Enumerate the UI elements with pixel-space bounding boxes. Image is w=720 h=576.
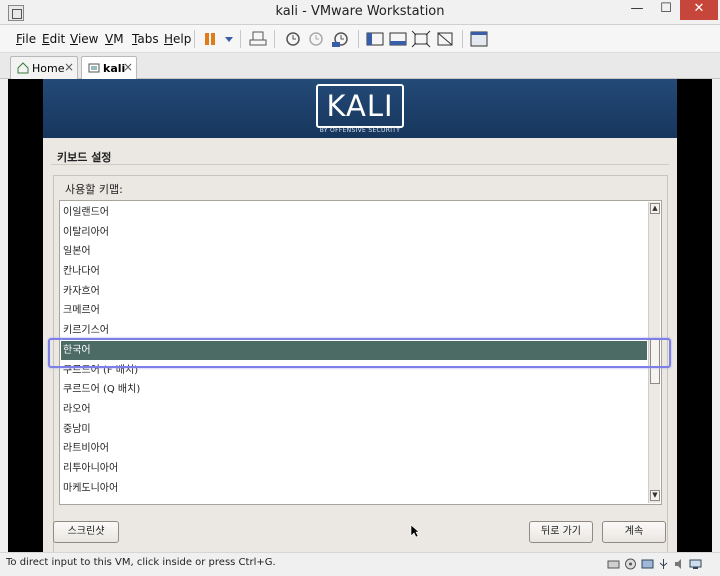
- cd-drive-icon[interactable]: [624, 558, 637, 570]
- full-screen-icon[interactable]: [410, 29, 432, 49]
- tab-bar: Home × kali ×: [0, 53, 720, 80]
- continue-button[interactable]: 계속: [602, 521, 666, 543]
- minimize-button[interactable]: —: [623, 0, 651, 20]
- thumbnail-bar-icon[interactable]: [387, 29, 409, 49]
- list-item[interactable]: 라트비아어: [61, 439, 647, 458]
- vm-icon: [87, 61, 101, 75]
- list-item[interactable]: 라오어: [61, 400, 647, 419]
- list-item[interactable]: 이탈리아어: [61, 223, 647, 242]
- list-item[interactable]: 마케도니아어: [61, 479, 647, 498]
- screenshot-button[interactable]: 스크린샷: [53, 521, 119, 543]
- toolbar-separator: [240, 30, 241, 48]
- snapshot-manager-icon[interactable]: [330, 29, 352, 49]
- hard-disk-icon[interactable]: [607, 558, 620, 570]
- tab-kali[interactable]: kali ×: [81, 56, 137, 80]
- kali-banner: KALI BY OFFENSIVE SECURITY: [43, 79, 677, 138]
- list-item[interactable]: 카자흐어: [61, 282, 647, 301]
- revert-snapshot-icon[interactable]: [305, 29, 327, 49]
- list-item[interactable]: 일본어: [61, 242, 647, 261]
- unity-icon[interactable]: [434, 29, 456, 49]
- show-library-icon[interactable]: [364, 29, 386, 49]
- snapshot-icon[interactable]: [281, 29, 303, 49]
- close-window-button[interactable]: ✕: [680, 0, 718, 20]
- status-text: To direct input to this VM, click inside…: [6, 557, 276, 568]
- menu-view[interactable]: View: [70, 32, 98, 46]
- network-adapter-icon[interactable]: [641, 558, 654, 570]
- toolbar-separator: [194, 30, 195, 48]
- send-ctrl-alt-del-icon[interactable]: [247, 29, 269, 49]
- installer-screen[interactable]: KALI BY OFFENSIVE SECURITY 키보드 설정 사용할 키맵…: [43, 79, 677, 576]
- console-view-icon[interactable]: [468, 29, 490, 49]
- divider: [51, 164, 669, 165]
- tab-kali-close-icon[interactable]: ×: [123, 60, 133, 74]
- scroll-down-icon[interactable]: ▼: [650, 490, 660, 501]
- keymap-label: 사용할 키맵:: [65, 183, 123, 196]
- list-item[interactable]: 칸나다어: [61, 262, 647, 281]
- kali-logo: KALI: [316, 84, 404, 128]
- toolbar-separator: [358, 30, 359, 48]
- scroll-up-icon[interactable]: ▲: [650, 203, 660, 214]
- tab-kali-label: kali: [103, 62, 126, 75]
- kali-logo-subtext: BY OFFENSIVE SECURITY: [319, 127, 401, 134]
- list-item[interactable]: 크메르어: [61, 301, 647, 320]
- tab-home-label: Home: [32, 62, 65, 75]
- tab-home[interactable]: Home ×: [10, 56, 78, 79]
- statusbar: To direct input to this VM, click inside…: [0, 552, 720, 576]
- toolbar-separator: [462, 30, 463, 48]
- toolbar-separator: [274, 30, 275, 48]
- maximize-button[interactable]: ☐: [652, 0, 680, 20]
- kali-logo-text: KALI: [326, 89, 394, 123]
- window-title: kali - VMware Workstation: [275, 4, 445, 19]
- menu-vm[interactable]: VM: [105, 32, 124, 46]
- tab-home-close-icon[interactable]: ×: [64, 60, 74, 74]
- home-icon: [16, 61, 30, 75]
- menu-help[interactable]: Help: [164, 32, 191, 46]
- menu-edit[interactable]: Edit: [42, 32, 65, 46]
- mouse-cursor-icon: [410, 524, 420, 538]
- list-item[interactable]: 중남미: [61, 420, 647, 439]
- usb-icon[interactable]: [657, 558, 670, 570]
- menu-file[interactable]: File: [16, 32, 36, 46]
- menu-tabs[interactable]: Tabs: [132, 32, 159, 46]
- list-item[interactable]: 이일랜드어: [61, 203, 647, 222]
- list-item[interactable]: 리투아니아어: [61, 459, 647, 478]
- selection-highlight-frame: [48, 338, 671, 368]
- display-icon[interactable]: [689, 558, 702, 570]
- power-dropdown-icon[interactable]: [218, 29, 233, 49]
- back-button[interactable]: 뒤로 가기: [529, 521, 593, 543]
- list-item[interactable]: 쿠르드어 (Q 배치): [61, 380, 647, 399]
- window-titlebar: kali - VMware Workstation — ☐ ✕: [0, 0, 720, 25]
- menubar: File Edit View VM Tabs Help: [0, 25, 720, 53]
- page-title: 키보드 설정: [57, 151, 112, 164]
- sound-icon[interactable]: [673, 558, 686, 570]
